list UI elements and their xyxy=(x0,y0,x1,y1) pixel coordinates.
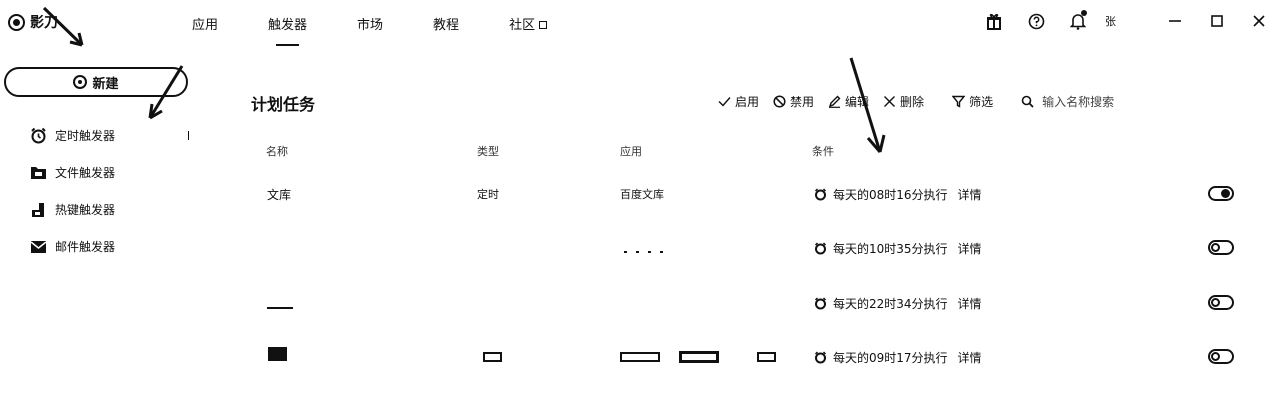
tab-community[interactable]: 社区 xyxy=(509,14,548,33)
search-box xyxy=(1021,94,1143,109)
redacted-app xyxy=(679,351,719,363)
row-condition: 每天的10时35分执行 详情 xyxy=(814,240,982,257)
sidebar-item-timer-trigger[interactable]: 定时触发器 xyxy=(30,117,115,154)
page-title: 计划任务 xyxy=(251,95,316,114)
row-condition: 每天的08时16分执行 详情 xyxy=(814,186,982,203)
alarm-clock-icon xyxy=(30,127,47,144)
filter-button[interactable]: 筛选 xyxy=(952,93,993,110)
table-row[interactable]: 每天的09时17分执行 详情 xyxy=(0,341,1280,395)
enable-toggle[interactable] xyxy=(1208,295,1234,310)
edit-button[interactable]: 编辑 xyxy=(828,93,869,110)
new-button[interactable]: 新建 xyxy=(4,67,188,97)
delete-button[interactable]: 删除 xyxy=(883,93,924,110)
tab-apps[interactable]: 应用 xyxy=(192,14,218,33)
x-icon xyxy=(884,96,896,107)
enable-toggle[interactable] xyxy=(1208,240,1234,255)
row-condition: 每天的09时17分执行 详情 xyxy=(814,349,982,366)
add-icon xyxy=(73,75,88,89)
enable-toggle[interactable] xyxy=(1208,349,1234,364)
redacted-app xyxy=(757,352,776,362)
enable-toggle[interactable] xyxy=(1208,186,1234,201)
alarm-clock-icon xyxy=(814,351,827,364)
redacted-app xyxy=(624,251,664,253)
window-toolbar: 张 xyxy=(961,10,1268,30)
detail-link[interactable]: 详情 xyxy=(958,240,982,257)
app-name: 影刀 xyxy=(30,15,58,31)
toggle-knob xyxy=(1211,298,1220,307)
text-cursor xyxy=(188,131,189,140)
redacted-type xyxy=(483,352,502,362)
tab-triggers[interactable]: 触发器 xyxy=(268,14,307,46)
table-row[interactable]: 文库 定时 百度文库 每天的08时16分执行 详情 xyxy=(0,178,1280,232)
detail-link[interactable]: 详情 xyxy=(958,186,982,203)
alarm-clock-icon xyxy=(814,297,827,310)
disable-button[interactable]: 禁用 xyxy=(773,93,814,110)
ban-icon xyxy=(773,95,786,108)
check-icon xyxy=(718,97,731,107)
bell-icon[interactable] xyxy=(1069,10,1087,30)
enable-button[interactable]: 启用 xyxy=(718,93,759,110)
col-condition: 条件 xyxy=(812,145,834,158)
search-input[interactable] xyxy=(1042,94,1143,109)
redacted-app xyxy=(620,352,660,362)
notification-dot xyxy=(1081,10,1087,16)
action-toolbar: 启用 禁用 编辑 删除 筛选 xyxy=(718,93,1143,110)
close-icon[interactable] xyxy=(1250,12,1268,30)
redacted-name xyxy=(268,347,287,361)
tab-market[interactable]: 市场 xyxy=(357,14,383,33)
help-icon[interactable] xyxy=(1027,12,1045,30)
maximize-icon[interactable] xyxy=(1208,12,1226,30)
row-condition: 每天的22时34分执行 详情 xyxy=(814,295,982,312)
col-type: 类型 xyxy=(477,145,499,158)
detail-link[interactable]: 详情 xyxy=(958,295,982,312)
detail-link[interactable]: 详情 xyxy=(958,349,982,366)
top-nav: 应用 触发器 市场 教程 社区 xyxy=(192,14,597,46)
toggle-knob xyxy=(1211,243,1220,252)
table-row[interactable]: 每天的22时34分执行 详情 xyxy=(0,287,1280,341)
row-type: 定时 xyxy=(477,188,499,201)
redacted-name xyxy=(267,307,293,309)
col-name: 名称 xyxy=(266,145,288,158)
gift-icon[interactable] xyxy=(985,12,1003,30)
external-link-icon xyxy=(539,21,548,29)
user-avatar[interactable]: 张 xyxy=(1105,13,1116,29)
logo-icon xyxy=(8,13,25,31)
row-name: 文库 xyxy=(267,188,292,202)
filter-icon xyxy=(952,95,966,108)
search-icon xyxy=(1021,95,1034,108)
alarm-clock-icon xyxy=(814,242,827,255)
row-app: 百度文库 xyxy=(620,188,664,201)
app-logo: 影刀 xyxy=(8,12,58,32)
col-app: 应用 xyxy=(620,145,642,158)
table-row[interactable]: 每天的10时35分执行 详情 xyxy=(0,232,1280,286)
pencil-icon xyxy=(828,95,841,108)
toggle-knob xyxy=(1211,352,1220,361)
alarm-clock-icon xyxy=(814,188,827,201)
tab-tutorials[interactable]: 教程 xyxy=(433,14,459,33)
toggle-knob xyxy=(1221,189,1230,198)
minimize-icon[interactable] xyxy=(1166,12,1184,30)
